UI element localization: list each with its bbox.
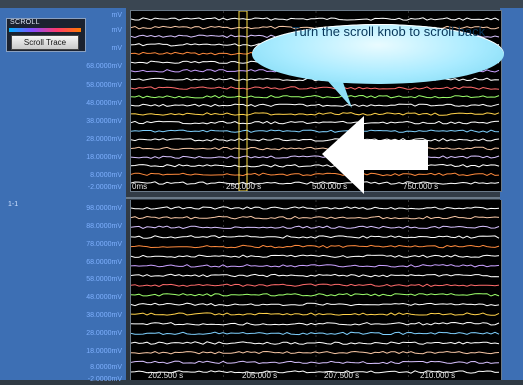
left-arrow-icon [322, 116, 428, 194]
